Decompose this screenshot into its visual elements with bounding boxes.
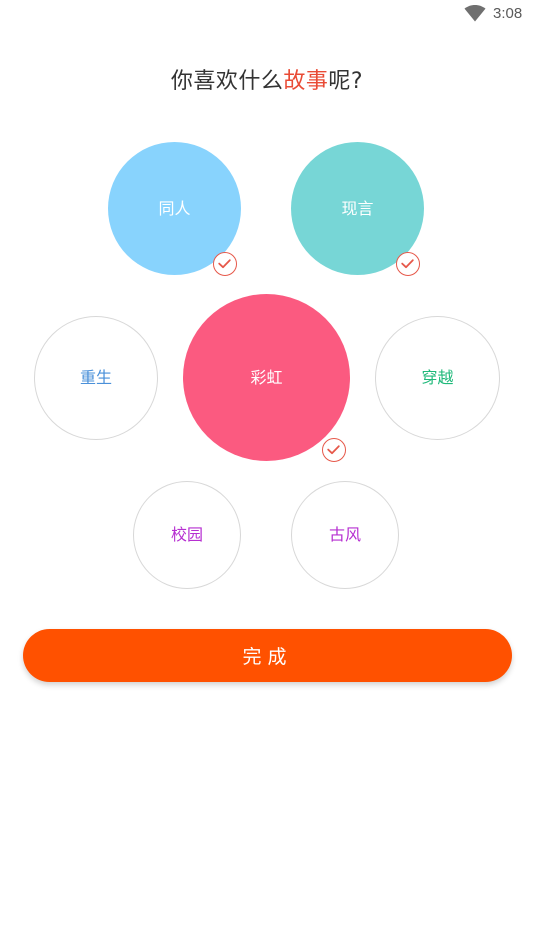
genre-label: 同人 xyxy=(158,198,191,218)
title-highlight: 故事 xyxy=(283,69,329,94)
genre-bubble-chongsheng[interactable]: 重生 xyxy=(34,316,158,440)
genre-bubble-caihong[interactable]: 彩虹 xyxy=(183,294,350,461)
genre-label: 重生 xyxy=(79,368,112,387)
page-title: 你喜欢什么故事呢? xyxy=(0,67,534,97)
check-circle-icon xyxy=(322,438,346,462)
genre-label: 现言 xyxy=(341,198,374,218)
genre-label: 彩虹 xyxy=(250,367,283,387)
status-time: 3:08 xyxy=(493,5,523,22)
genre-bubble-xiaoyuan[interactable]: 校园 xyxy=(133,481,241,589)
genre-label: 穿越 xyxy=(421,368,454,387)
genre-label: 校园 xyxy=(170,525,203,544)
genre-bubble-chuanyue[interactable]: 穿越 xyxy=(375,316,500,440)
done-button[interactable]: 完成 xyxy=(23,629,512,682)
status-bar: 3:08 xyxy=(0,0,534,28)
check-circle-icon xyxy=(396,252,420,276)
genre-bubble-gufeng[interactable]: 古风 xyxy=(291,481,399,589)
title-suffix: 呢? xyxy=(328,69,364,94)
done-button-label: 完成 xyxy=(242,646,293,668)
wifi-icon xyxy=(464,5,486,22)
title-prefix: 你喜欢什么 xyxy=(170,69,284,94)
check-circle-icon xyxy=(213,252,237,276)
genre-label: 古风 xyxy=(328,525,361,544)
